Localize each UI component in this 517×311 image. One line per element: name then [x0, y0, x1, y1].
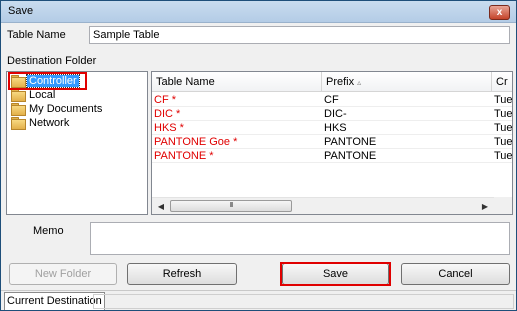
cell-created: Tue [494, 136, 513, 148]
memo-label: Memo [33, 225, 64, 237]
scroll-left-icon[interactable]: ◀ [154, 200, 168, 213]
cell-created: Tue [494, 94, 513, 106]
cell-created: Tue [494, 122, 513, 134]
tree-item-label: Network [29, 117, 70, 129]
cell-prefix: DIC- [324, 108, 347, 120]
folder-tree[interactable]: Controller Local My Documents Network [6, 71, 148, 215]
tree-item-network[interactable]: Network [11, 117, 71, 130]
grid-header: Table Name Prefix ▵ Cr [152, 72, 512, 92]
table-list-grid[interactable]: Table Name Prefix ▵ Cr CF * CF Tue DIC * … [151, 71, 513, 215]
status-bar: Current Destination [1, 290, 516, 310]
refresh-button[interactable]: Refresh [127, 263, 237, 285]
cell-created: Tue [494, 150, 513, 162]
cell-prefix: CF [324, 94, 339, 106]
horizontal-scrollbar[interactable]: ◀ III ▶ [152, 197, 494, 214]
table-name-input[interactable]: Sample Table [89, 26, 510, 44]
destination-folder-label: Destination Folder [7, 55, 97, 67]
cell-table-name: HKS * [154, 122, 184, 134]
current-destination-tab: Current Destination [4, 292, 105, 310]
table-row[interactable]: CF * CF Tue [152, 94, 513, 107]
save-button[interactable]: Save [282, 263, 389, 285]
tree-item-local[interactable]: Local [11, 89, 57, 102]
memo-input[interactable] [90, 222, 510, 255]
column-header-prefix[interactable]: Prefix ▵ [322, 72, 492, 92]
folder-icon [11, 103, 26, 116]
sort-ascending-icon: ▵ [357, 78, 362, 87]
table-row[interactable]: PANTONE * PANTONE Tue [152, 150, 513, 163]
folder-icon [11, 75, 26, 88]
cell-created: Tue [494, 108, 513, 120]
status-path-field [93, 294, 514, 309]
folder-icon [11, 117, 26, 130]
tree-item-label: Controller [26, 74, 80, 88]
cell-prefix: PANTONE [324, 136, 377, 148]
column-header-label: Prefix [326, 76, 355, 88]
column-header-created[interactable]: Cr [492, 72, 512, 92]
table-row[interactable]: DIC * DIC- Tue [152, 108, 513, 121]
tree-item-controller[interactable]: Controller [11, 74, 80, 88]
close-icon: x [496, 7, 503, 18]
scroll-right-icon[interactable]: ▶ [478, 200, 492, 213]
tree-item-label: Local [29, 89, 56, 101]
new-folder-button[interactable]: New Folder [9, 263, 117, 285]
table-name-label: Table Name [7, 29, 66, 41]
table-row[interactable]: HKS * HKS Tue [152, 122, 513, 135]
cell-table-name: PANTONE * [154, 150, 214, 162]
close-button[interactable]: x [489, 5, 510, 20]
cell-table-name: CF * [154, 94, 176, 106]
column-header-label: Table Name [156, 76, 215, 88]
scroll-corner [494, 197, 512, 214]
title-bar: Save x [1, 1, 516, 23]
tree-item-my-documents[interactable]: My Documents [11, 103, 104, 116]
scroll-thumb[interactable]: III [170, 200, 292, 212]
folder-icon [11, 89, 26, 102]
save-dialog: Save x Table Name Sample Table Destinati… [0, 0, 517, 311]
column-header-label: Cr [496, 76, 508, 88]
cell-prefix: HKS [324, 122, 347, 134]
cell-table-name: DIC * [154, 108, 181, 120]
cell-table-name: PANTONE Goe * [154, 136, 238, 148]
table-row[interactable]: PANTONE Goe * PANTONE Tue [152, 136, 513, 149]
tree-item-label: My Documents [29, 103, 103, 115]
cell-prefix: PANTONE [324, 150, 377, 162]
cancel-button[interactable]: Cancel [401, 263, 510, 285]
column-header-table-name[interactable]: Table Name [152, 72, 322, 92]
window-title: Save [8, 5, 34, 17]
